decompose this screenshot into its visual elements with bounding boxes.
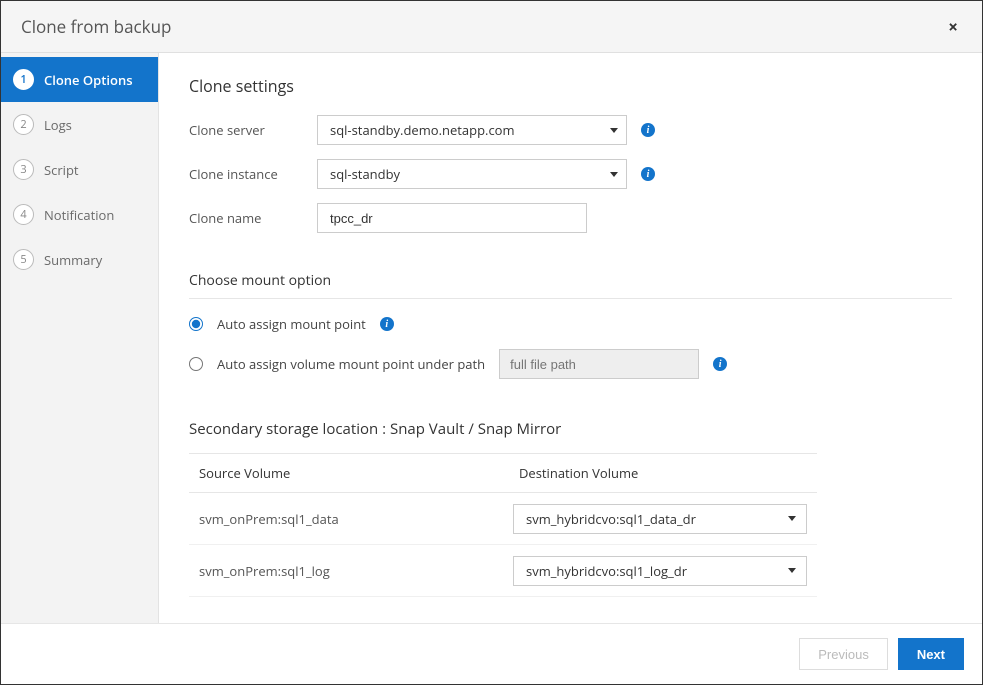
clone-server-value: sql-standby.demo.netapp.com xyxy=(330,121,515,139)
mount-option-title: Choose mount option xyxy=(189,271,952,299)
modal-body: 1 Clone Options 2 Logs 3 Script 4 Notifi… xyxy=(1,53,982,623)
chevron-down-icon xyxy=(610,172,618,177)
volume-table: Source Volume Destination Volume svm_onP… xyxy=(189,453,817,597)
step-number: 2 xyxy=(13,114,34,135)
destination-volume-dropdown[interactable]: svm_hybridcvo:sql1_data_dr xyxy=(513,504,807,534)
step-summary[interactable]: 5 Summary xyxy=(1,237,158,282)
chevron-down-icon xyxy=(788,516,796,521)
destination-volume-value: svm_hybridcvo:sql1_data_dr xyxy=(526,510,696,528)
step-label: Logs xyxy=(44,116,72,134)
clone-server-row: Clone server sql-standby.demo.netapp.com… xyxy=(189,115,952,145)
clone-server-dropdown[interactable]: sql-standby.demo.netapp.com xyxy=(317,115,627,145)
clone-name-row: Clone name xyxy=(189,203,952,233)
step-number: 1 xyxy=(13,69,34,90)
mount-option-section: Choose mount option Auto assign mount po… xyxy=(189,271,952,379)
mount-path-radio[interactable] xyxy=(189,357,203,371)
mount-auto-row: Auto assign mount point i xyxy=(189,315,952,333)
mount-path-input[interactable] xyxy=(499,349,699,379)
step-script[interactable]: 3 Script xyxy=(1,147,158,192)
wizard-sidebar: 1 Clone Options 2 Logs 3 Script 4 Notifi… xyxy=(1,53,159,623)
destination-volume-value: svm_hybridcvo:sql1_log_dr xyxy=(526,562,687,580)
content-pane: Clone settings Clone server sql-standby.… xyxy=(159,53,982,623)
mount-auto-radio[interactable] xyxy=(189,317,203,331)
step-clone-options[interactable]: 1 Clone Options xyxy=(1,57,158,102)
clone-server-label: Clone server xyxy=(189,121,303,139)
source-volume-header: Source Volume xyxy=(199,464,519,482)
chevron-down-icon xyxy=(788,568,796,573)
step-number: 3 xyxy=(13,159,34,180)
clone-instance-dropdown[interactable]: sql-standby xyxy=(317,159,627,189)
source-volume-cell: svm_onPrem:sql1_data xyxy=(199,510,513,528)
table-row: svm_onPrem:sql1_log svm_hybridcvo:sql1_l… xyxy=(189,545,817,597)
clone-instance-row: Clone instance sql-standby i xyxy=(189,159,952,189)
clone-instance-value: sql-standby xyxy=(330,165,400,183)
clone-name-input[interactable] xyxy=(317,203,587,233)
step-logs[interactable]: 2 Logs xyxy=(1,102,158,147)
step-label: Summary xyxy=(44,251,102,269)
clone-settings-title: Clone settings xyxy=(189,75,952,97)
info-icon[interactable]: i xyxy=(713,357,727,371)
next-button[interactable]: Next xyxy=(898,638,964,670)
info-icon[interactable]: i xyxy=(641,167,655,181)
chevron-down-icon xyxy=(610,128,618,133)
step-label: Script xyxy=(44,161,79,179)
mount-path-row: Auto assign volume mount point under pat… xyxy=(189,349,952,379)
modal-header: Clone from backup × xyxy=(1,1,982,53)
secondary-storage-title: Secondary storage location : Snap Vault … xyxy=(189,419,952,439)
step-notification[interactable]: 4 Notification xyxy=(1,192,158,237)
step-number: 5 xyxy=(13,249,34,270)
modal-footer: Previous Next xyxy=(1,623,982,684)
source-volume-cell: svm_onPrem:sql1_log xyxy=(199,562,513,580)
destination-volume-header: Destination Volume xyxy=(519,464,807,482)
clone-from-backup-modal: Clone from backup × 1 Clone Options 2 Lo… xyxy=(0,0,983,685)
info-icon[interactable]: i xyxy=(641,123,655,137)
modal-title: Clone from backup xyxy=(21,15,171,38)
mount-path-label: Auto assign volume mount point under pat… xyxy=(217,355,485,373)
mount-auto-label: Auto assign mount point xyxy=(217,315,366,333)
close-icon[interactable]: × xyxy=(944,15,962,38)
step-label: Clone Options xyxy=(44,71,133,89)
table-row: svm_onPrem:sql1_data svm_hybridcvo:sql1_… xyxy=(189,493,817,545)
step-label: Notification xyxy=(44,206,114,224)
previous-button[interactable]: Previous xyxy=(799,638,888,670)
destination-volume-dropdown[interactable]: svm_hybridcvo:sql1_log_dr xyxy=(513,556,807,586)
volume-table-header: Source Volume Destination Volume xyxy=(189,453,817,493)
clone-name-label: Clone name xyxy=(189,209,303,227)
step-number: 4 xyxy=(13,204,34,225)
clone-instance-label: Clone instance xyxy=(189,165,303,183)
info-icon[interactable]: i xyxy=(380,317,394,331)
